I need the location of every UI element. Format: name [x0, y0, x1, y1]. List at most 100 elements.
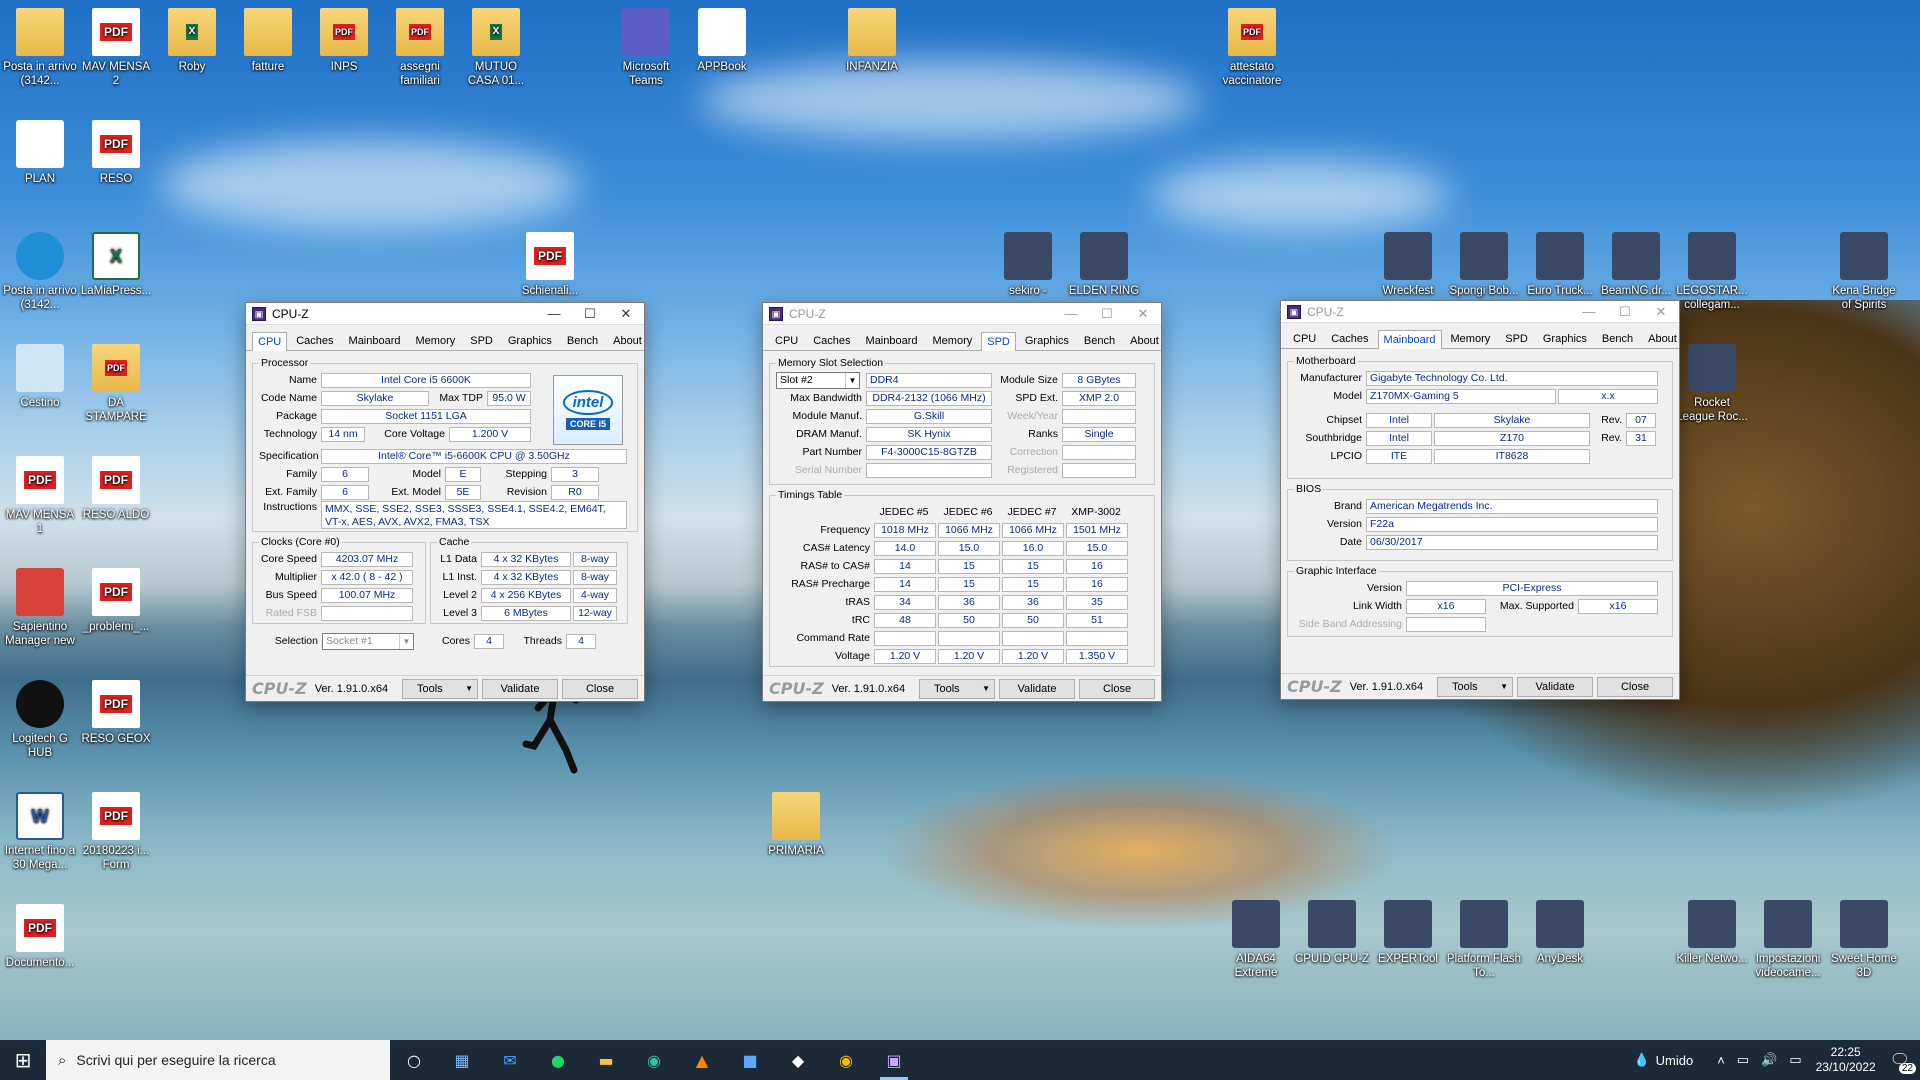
desktop-icon[interactable]: Rocket League Roc... — [1674, 344, 1750, 424]
close-icon[interactable]: ✕ — [608, 303, 644, 325]
tab-cpu[interactable]: CPU — [1287, 329, 1322, 348]
slot-select[interactable]: Slot #2 ▼ — [776, 371, 860, 389]
desktop-icon[interactable]: Cestino — [2, 344, 78, 410]
tab-graphics[interactable]: Graphics — [1019, 331, 1075, 350]
desktop-icon[interactable]: PDF Documento... — [2, 904, 78, 970]
edge-icon[interactable]: ◉ — [630, 1040, 678, 1080]
desktop-icon[interactable]: CPUID CPU-Z — [1294, 900, 1370, 966]
desktop-icon[interactable]: PDF RESO — [78, 120, 154, 186]
desktop-icon[interactable]: APPBook — [684, 8, 760, 74]
close-icon[interactable]: ✕ — [1125, 303, 1161, 325]
desktop-icon[interactable]: PDF Schienali... — [512, 232, 588, 298]
weather-text[interactable]: Umido — [1656, 1053, 1694, 1068]
tab-mainboard[interactable]: Mainboard — [1377, 330, 1442, 349]
tab-cpu[interactable]: CPU — [252, 332, 288, 351]
cortana-icon[interactable]: ○ — [390, 1040, 438, 1080]
desktop-icon[interactable]: Logitech G HUB — [2, 680, 78, 760]
desktop-icon[interactable]: PDF RESO GEOX — [78, 680, 154, 746]
tab-bench[interactable]: Bench — [1078, 331, 1121, 350]
desktop-icon[interactable]: PDF MAV MENSA 1 — [2, 456, 78, 536]
desktop-icon[interactable]: PDF INPS — [306, 8, 382, 74]
validate-button[interactable]: Validate — [999, 678, 1075, 699]
chrome-icon[interactable]: ◉ — [822, 1040, 870, 1080]
minimize-icon[interactable]: — — [536, 303, 572, 325]
desktop-icon[interactable]: X MUTUO CASA 01... — [458, 8, 534, 88]
desktop-icon[interactable]: Kena Bridge of Spirits — [1826, 232, 1902, 312]
desktop-icon[interactable]: PDF RESO ALDO — [78, 456, 154, 522]
tab-about[interactable]: About — [1124, 331, 1165, 350]
file-explorer-icon[interactable]: ▬ — [582, 1040, 630, 1080]
desktop-icon[interactable]: Spongi Bob... — [1446, 232, 1522, 298]
desktop-icon[interactable]: PDF assegni familiari — [382, 8, 458, 88]
tab-mainboard[interactable]: Mainboard — [343, 331, 407, 350]
tab-about[interactable]: About — [1642, 329, 1683, 348]
maximize-icon[interactable]: ☐ — [572, 303, 608, 325]
weather-icon[interactable]: 💧 — [1633, 1052, 1649, 1068]
tools-button[interactable]: Tools ▼ — [402, 678, 478, 699]
validate-button[interactable]: Validate — [1517, 676, 1593, 697]
desktop-icon[interactable]: Posta in arrivo (3142... — [2, 8, 78, 88]
tab-about[interactable]: About — [607, 331, 648, 350]
minimize-icon[interactable]: — — [1571, 301, 1607, 323]
desktop-icon[interactable]: W Internet fino a 30 Mega... — [2, 792, 78, 872]
tab-memory[interactable]: Memory — [1445, 329, 1497, 348]
desktop-icon[interactable]: Platform Flash To... — [1446, 900, 1522, 980]
tools-button[interactable]: Tools ▼ — [1437, 676, 1513, 697]
store-icon[interactable]: ▦ — [438, 1040, 486, 1080]
chevron-up-icon[interactable]: ˄ — [1717, 1053, 1725, 1068]
desktop-icon[interactable]: sekiro - — [990, 232, 1066, 298]
outlook-icon[interactable]: ✉ — [486, 1040, 534, 1080]
close-button[interactable]: Close — [562, 678, 638, 699]
tab-memory[interactable]: Memory — [410, 331, 462, 350]
desktop-icon[interactable]: PLAN — [2, 120, 78, 186]
desktop-icon[interactable]: Microsoft Teams — [608, 8, 684, 88]
cpuz-taskbar-icon[interactable]: ▣ — [870, 1040, 918, 1080]
spotify-icon[interactable]: ● — [534, 1040, 582, 1080]
tab-bench[interactable]: Bench — [561, 331, 604, 350]
clock[interactable]: 22:25 23/10/2022 — [1816, 1045, 1876, 1075]
network-icon[interactable]: ▭ — [1737, 1052, 1749, 1068]
tab-caches[interactable]: Caches — [1325, 329, 1374, 348]
desktop-icon[interactable]: Sapientino Manager new — [2, 568, 78, 648]
speaker-icon[interactable]: 🔊 — [1761, 1052, 1777, 1068]
close-button[interactable]: Close — [1079, 678, 1155, 699]
desktop-icon[interactable]: Sweet Home 3D — [1826, 900, 1902, 980]
tab-spd[interactable]: SPD — [464, 331, 499, 350]
desktop-icon[interactable]: fatture — [230, 8, 306, 74]
vlc-icon[interactable]: ▲ — [678, 1040, 726, 1080]
desktop-icon[interactable]: PDF _problemi_... — [78, 568, 154, 634]
desktop-icon[interactable]: LEGOSTAR... collegam... — [1674, 232, 1750, 312]
tab-graphics[interactable]: Graphics — [1537, 329, 1593, 348]
desktop-icon[interactable]: AIDA64 Extreme — [1218, 900, 1294, 980]
desktop-icon[interactable]: PDF attestato vaccinatore — [1214, 8, 1290, 88]
title-bar[interactable]: ▣ CPU-Z — ☐ ✕ — [763, 303, 1161, 325]
taskbar-search-box[interactable]: ⌕ Scrivi qui per eseguire la ricerca — [46, 1040, 390, 1080]
epic-games-icon[interactable]: ◆ — [774, 1040, 822, 1080]
tools-button[interactable]: Tools ▼ — [919, 678, 995, 699]
app-icon[interactable]: ■ — [726, 1040, 774, 1080]
tab-mainboard[interactable]: Mainboard — [860, 331, 924, 350]
desktop-icon[interactable]: Euro Truck... — [1522, 232, 1598, 298]
tab-memory[interactable]: Memory — [927, 331, 979, 350]
tab-caches[interactable]: Caches — [807, 331, 856, 350]
tab-graphics[interactable]: Graphics — [502, 331, 558, 350]
title-bar[interactable]: ▣ CPU-Z — ☐ ✕ — [1281, 301, 1679, 323]
tab-bench[interactable]: Bench — [1596, 329, 1639, 348]
desktop-icon[interactable]: Impostazioni videocame... — [1750, 900, 1826, 980]
socket-select[interactable]: Socket #1 ▼ — [322, 632, 414, 650]
desktop-icon[interactable]: PDF 20180223 i... Form — [78, 792, 154, 872]
close-icon[interactable]: ✕ — [1643, 301, 1679, 323]
title-bar[interactable]: ▣ CPU-Z — ☐ ✕ — [246, 303, 644, 325]
tab-cpu[interactable]: CPU — [769, 331, 804, 350]
desktop-icon[interactable]: PDF DA STAMPARE — [78, 344, 154, 424]
desktop-icon[interactable]: Killer Netwo... — [1674, 900, 1750, 966]
desktop-icon[interactable]: BeamNG.dr... — [1598, 232, 1674, 298]
desktop-icon[interactable]: PRIMARIA — [758, 792, 834, 858]
minimize-icon[interactable]: — — [1053, 303, 1089, 325]
tab-spd[interactable]: SPD — [981, 332, 1016, 351]
desktop-icon[interactable]: PDF MAV MENSA 2 — [78, 8, 154, 88]
desktop-icon[interactable]: X Roby — [154, 8, 230, 74]
maximize-icon[interactable]: ☐ — [1089, 303, 1125, 325]
desktop-icon[interactable]: AnyDesk — [1522, 900, 1598, 966]
desktop-icon[interactable]: EXPERTool — [1370, 900, 1446, 966]
